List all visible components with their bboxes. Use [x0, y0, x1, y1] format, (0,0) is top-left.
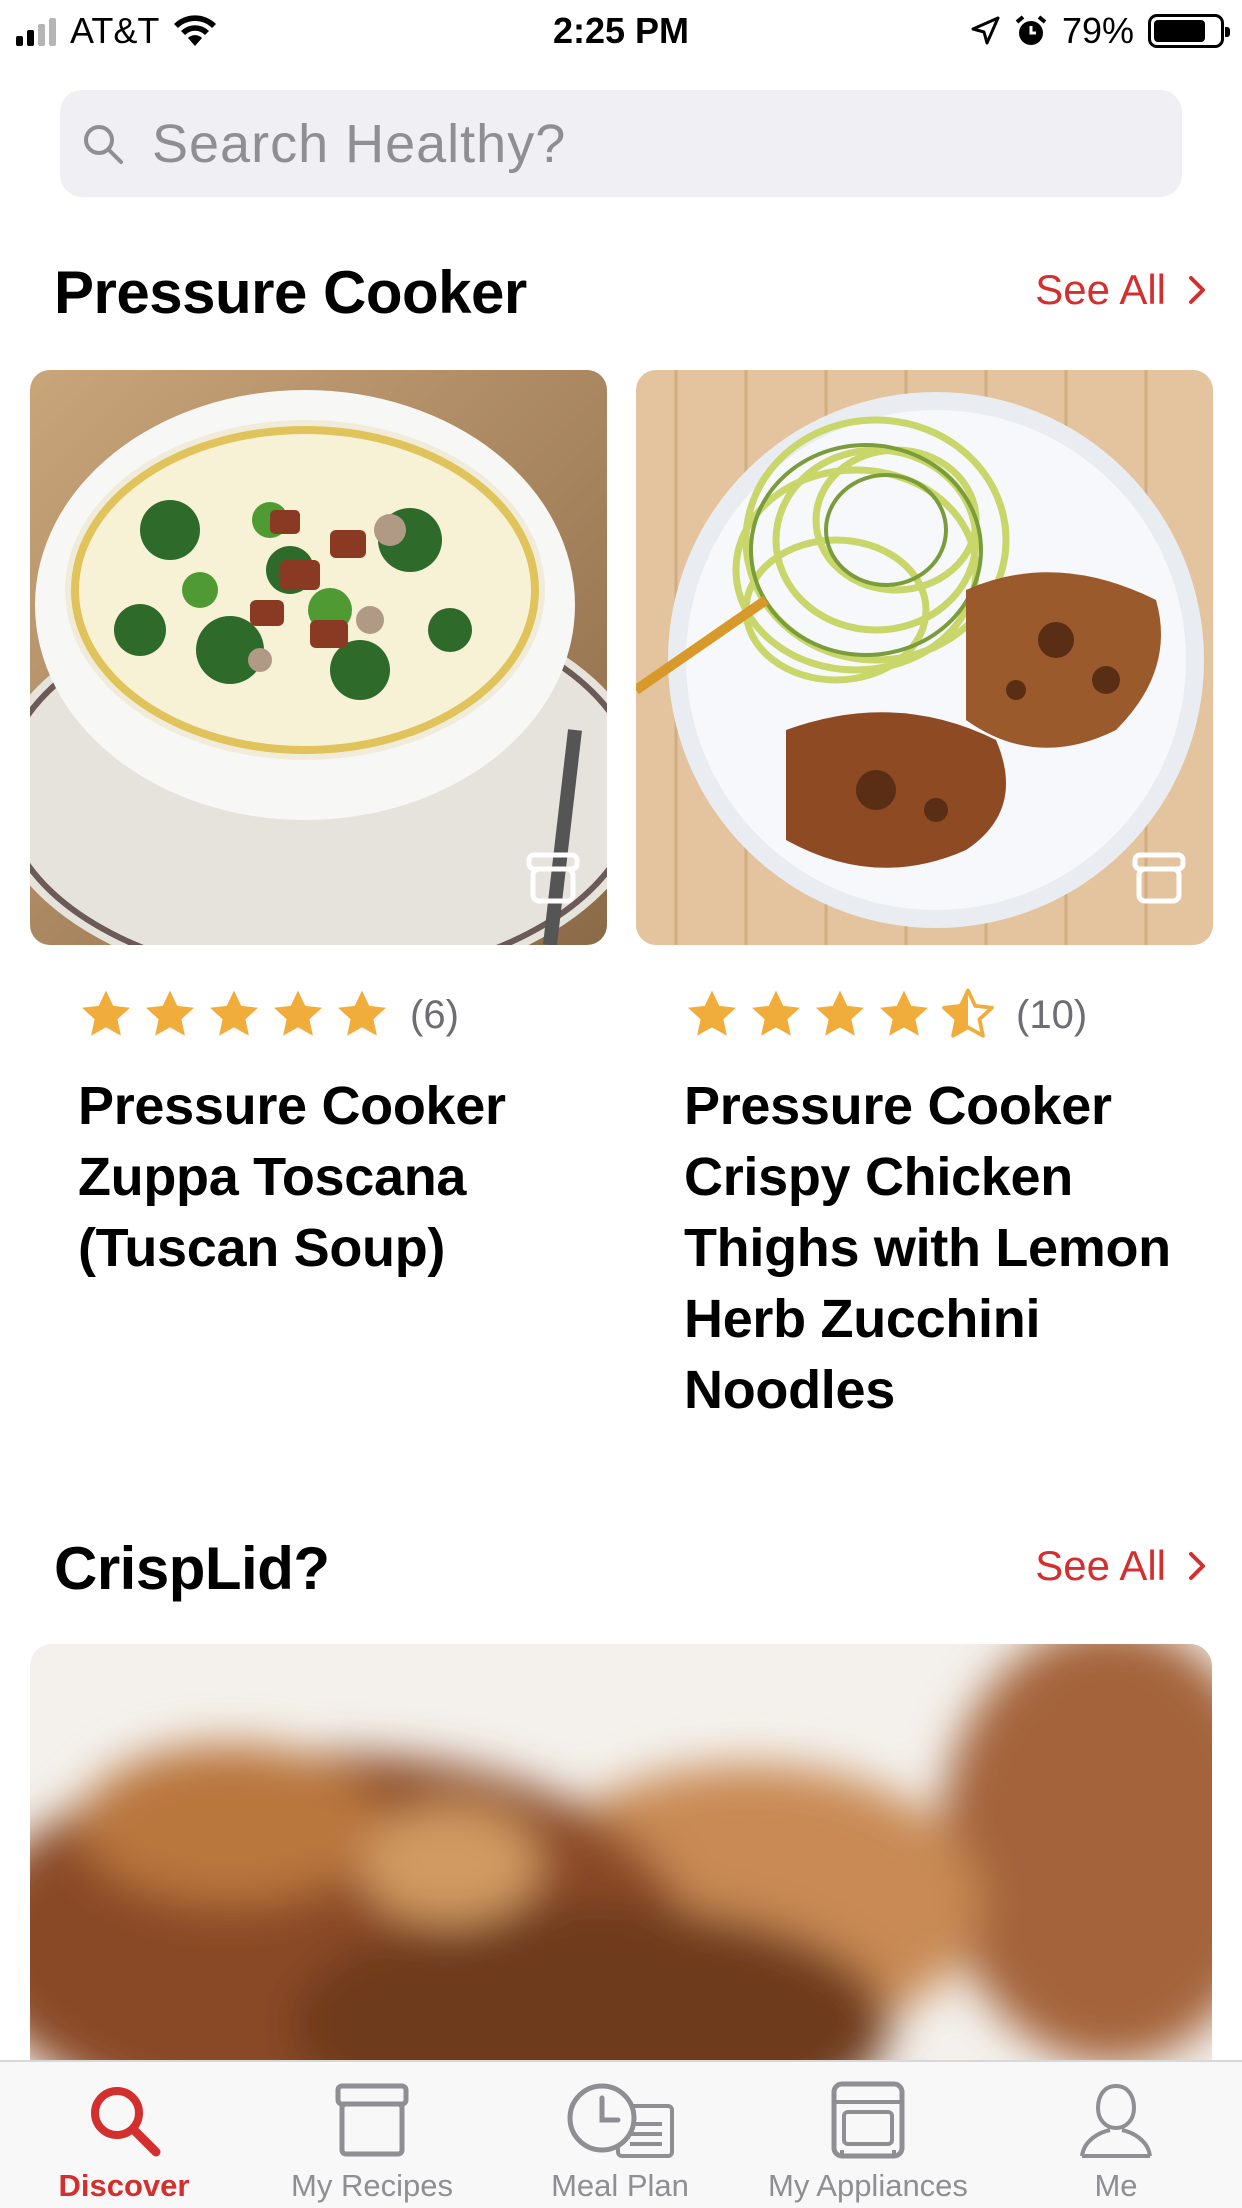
- tab-label: Me: [1094, 2168, 1138, 2203]
- recipe-box-icon: [335, 2083, 409, 2157]
- tab-discover[interactable]: Discover: [0, 2062, 248, 2208]
- star-icon: [209, 990, 259, 1036]
- star-icon: [337, 990, 387, 1036]
- status-bar: AT&T 2:25 PM 79%: [0, 0, 1242, 62]
- star-icon: [815, 990, 865, 1036]
- tab-label: Discover: [58, 2168, 190, 2203]
- star-rating: (10): [684, 985, 1213, 1045]
- section-header-crisplid: CrispLid? See All: [0, 1534, 1242, 1624]
- recipe-card[interactable]: (6) Pressure Cooker Zuppa Toscana (Tusca…: [30, 370, 607, 1284]
- battery-fill: [1154, 20, 1205, 42]
- chevron-right-icon: [1189, 276, 1205, 304]
- tab-label: Meal Plan: [551, 2168, 689, 2203]
- search-input[interactable]: Search Healthy?: [60, 90, 1182, 197]
- status-right: 79%: [970, 10, 1230, 52]
- recipe-title[interactable]: Pressure Cooker Zuppa Toscana (Tuscan So…: [78, 1071, 598, 1284]
- star-icon: [687, 990, 737, 1036]
- tab-me[interactable]: Me: [992, 2062, 1240, 2208]
- meal-plan-icon: [567, 2083, 674, 2158]
- location-icon: [971, 16, 1000, 45]
- chicken-photo: [636, 370, 1213, 945]
- save-recipe-icon[interactable]: [1131, 851, 1187, 905]
- crisplid-recipe-image[interactable]: [30, 1644, 1212, 2064]
- blurred-chicken-photo: [30, 1644, 1212, 2064]
- tab-my-recipes[interactable]: My Recipes: [248, 2062, 496, 2208]
- alarm-icon: [1015, 15, 1047, 45]
- section-title: CrispLid?: [54, 1535, 330, 1602]
- star-icon: [81, 990, 131, 1036]
- appliance-icon: [831, 2081, 905, 2159]
- recipe-image-zuppa[interactable]: [30, 370, 607, 945]
- tab-label: My Appliances: [768, 2168, 968, 2203]
- search-placeholder: Search Healthy?: [152, 113, 567, 174]
- chevron-right-icon: [1189, 1552, 1205, 1580]
- star-rating: (6): [78, 985, 607, 1045]
- soup-photo: [30, 370, 607, 945]
- star-icon: [273, 990, 323, 1036]
- save-recipe-icon[interactable]: [525, 851, 581, 905]
- tab-meal-plan[interactable]: Meal Plan: [496, 2062, 744, 2208]
- rating-count: (6): [410, 992, 459, 1037]
- battery-icon: [1148, 14, 1230, 48]
- star-icon: [879, 990, 929, 1036]
- tab-bar: Discover My Recipes Meal Plan My Applian…: [0, 2060, 1242, 2208]
- tab-label: My Recipes: [291, 2168, 453, 2203]
- battery-percent: 79%: [1061, 10, 1134, 51]
- recipe-image-chicken-thighs[interactable]: [636, 370, 1213, 945]
- profile-icon: [1080, 2083, 1152, 2158]
- search-icon: [91, 2087, 161, 2157]
- recipe-card[interactable]: (10) Pressure Cooker Crispy Chicken Thig…: [636, 370, 1213, 1426]
- star-icon: [751, 990, 801, 1036]
- star-half-icon: [942, 988, 994, 1038]
- see-all-button[interactable]: See All: [1035, 1542, 1206, 1590]
- section-header-pressure-cooker: Pressure Cooker See All: [0, 258, 1242, 348]
- see-all-label: See All: [1035, 266, 1166, 313]
- rating-count: (10): [1016, 992, 1088, 1037]
- section-title: Pressure Cooker: [54, 259, 527, 326]
- recipe-title[interactable]: Pressure Cooker Crispy Chicken Thighs wi…: [684, 1071, 1204, 1426]
- search-icon: [84, 124, 123, 164]
- see-all-label: See All: [1035, 1542, 1166, 1589]
- see-all-button[interactable]: See All: [1035, 266, 1206, 314]
- star-icon: [145, 990, 195, 1036]
- tab-my-appliances[interactable]: My Appliances: [744, 2062, 992, 2208]
